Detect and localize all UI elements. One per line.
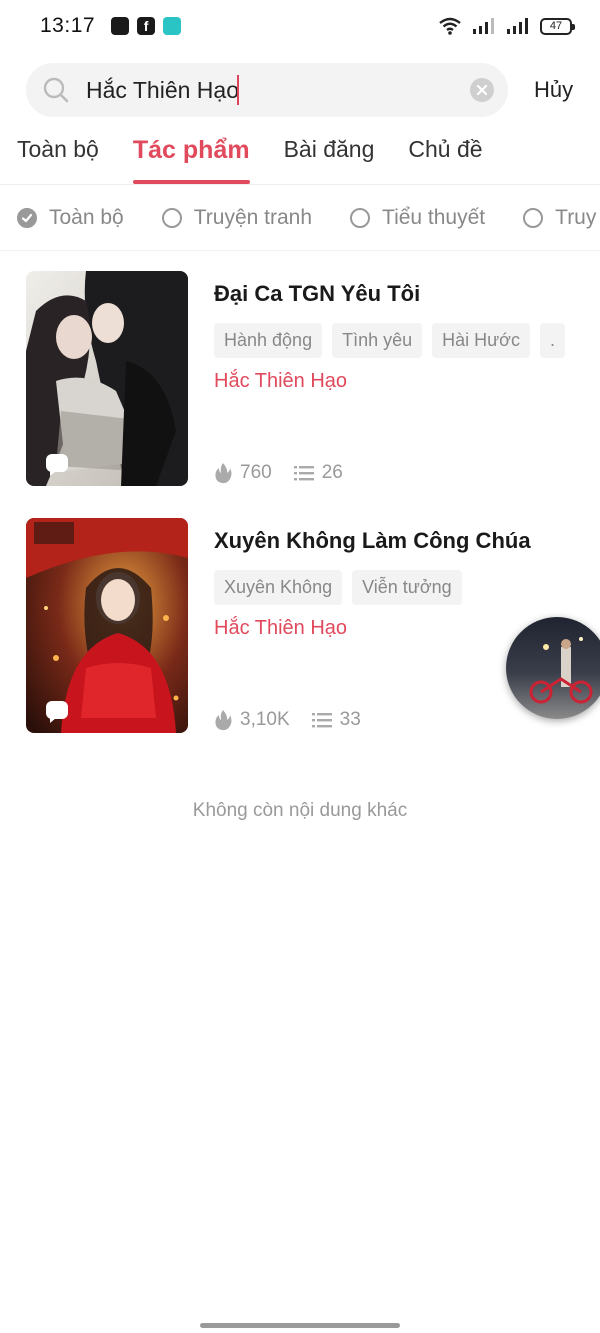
filter-label: Toàn bộ: [49, 206, 124, 229]
result-title[interactable]: Xuyên Không Làm Công Chúa: [214, 528, 600, 554]
signal-icon-1: [473, 18, 494, 34]
author-name[interactable]: Hắc Thiên Hạo: [214, 370, 600, 393]
tab-bar: Toàn bộ Tác phẩm Bài đăng Chủ đề: [0, 128, 600, 184]
fire-icon: [215, 710, 232, 731]
radio-icon: [161, 208, 182, 228]
tab-label: Toàn bộ: [17, 136, 99, 162]
filter-all[interactable]: Toàn bộ: [17, 206, 124, 230]
messenger-icon: [163, 17, 182, 35]
tag[interactable]: Viễn tưởng: [352, 570, 462, 605]
close-icon: [476, 84, 488, 96]
filter-more[interactable]: Truy: [523, 206, 596, 230]
checked-radio-icon: [17, 208, 37, 228]
result-info: Đại Ca TGN Yêu Tôi Hành động Tình yêu Hà…: [214, 271, 600, 486]
end-of-results-text: Không còn nội dung khác: [192, 800, 408, 821]
search-results-screen: 13:17 f 47 Hắc Thiên Hạo Hủy Toàn bộ Tác…: [0, 0, 600, 1333]
result-stats: 760 26: [214, 462, 365, 484]
views-count: 760: [240, 462, 272, 483]
comment-badge-icon: [46, 454, 68, 476]
filter-novels[interactable]: Tiểu thuyết: [350, 206, 485, 230]
clear-search-button[interactable]: [470, 78, 494, 102]
divider: [0, 184, 600, 185]
cancel-button[interactable]: Hủy: [534, 77, 573, 103]
filter-label: Tiểu thuyết: [382, 206, 486, 229]
tab-label: Tác phẩm: [132, 136, 250, 164]
list-icon: [311, 713, 332, 728]
radio-icon: [350, 208, 371, 228]
tab-label: Chủ đề: [408, 136, 483, 162]
text-cursor: [237, 75, 239, 105]
tab-topics[interactable]: Chủ đề: [408, 128, 482, 184]
fire-icon: [215, 463, 232, 484]
tag[interactable]: Hài Hước: [432, 323, 530, 358]
list-icon: [293, 466, 314, 481]
tag-list: Xuyên Không Viễn tưởng: [214, 570, 600, 605]
filter-label: Truyện tranh: [193, 206, 313, 229]
chapters-count: 26: [321, 462, 343, 483]
facebook-icon: f: [137, 17, 156, 35]
comment-badge-icon: [46, 701, 68, 723]
wifi-icon: [439, 17, 461, 35]
cover-image[interactable]: [26, 518, 188, 733]
divider: [0, 250, 600, 251]
tab-works[interactable]: Tác phẩm: [132, 128, 250, 184]
result-item[interactable]: Xuyên Không Làm Công Chúa Xuyên Không Vi…: [26, 518, 600, 733]
search-box[interactable]: Hắc Thiên Hạo: [26, 63, 508, 117]
tag-list: Hành động Tình yêu Hài Hước .: [214, 323, 600, 358]
views-count: 3,10K: [240, 709, 290, 730]
tab-all[interactable]: Toàn bộ: [17, 128, 99, 184]
home-indicator[interactable]: [200, 1323, 400, 1328]
status-app-icons: f: [111, 17, 182, 35]
tab-label: Bài đăng: [283, 136, 375, 162]
battery-indicator: 47: [540, 17, 575, 35]
cover-image[interactable]: [26, 271, 188, 486]
radio-icon: [523, 208, 544, 228]
tag[interactable]: Tình yêu: [332, 323, 423, 358]
search-icon: [43, 77, 69, 103]
search-row: Hắc Thiên Hạo Hủy: [0, 62, 600, 118]
stack-app-icon: [111, 17, 130, 35]
floating-avatar-bubble[interactable]: [506, 617, 600, 719]
chapters-stat: 33: [311, 709, 361, 731]
views-stat: 760: [214, 462, 272, 484]
result-stats: 3,10K 33: [214, 709, 383, 731]
chapters-count: 33: [339, 709, 361, 730]
status-right: 47: [438, 17, 575, 35]
views-stat: 3,10K: [214, 709, 290, 731]
status-time: 13:17: [40, 14, 96, 37]
status-bar: 13:17 f 47: [0, 0, 600, 52]
filter-label: Truy: [555, 206, 597, 229]
tag[interactable]: Hành động: [214, 323, 323, 358]
tag[interactable]: Xuyên Không: [214, 570, 343, 605]
tab-posts[interactable]: Bài đăng: [284, 128, 375, 184]
chapters-stat: 26: [293, 462, 343, 484]
result-item[interactable]: Đại Ca TGN Yêu Tôi Hành động Tình yêu Hà…: [26, 271, 600, 486]
filter-comics[interactable]: Truyện tranh: [161, 206, 313, 230]
filter-bar: Toàn bộ Truyện tranh Tiểu thuyết Truy: [0, 196, 600, 240]
search-input[interactable]: Hắc Thiên Hạo: [86, 77, 239, 104]
signal-icon-2: [507, 18, 528, 34]
tag[interactable]: .: [540, 323, 566, 358]
result-title[interactable]: Đại Ca TGN Yêu Tôi: [214, 281, 600, 307]
